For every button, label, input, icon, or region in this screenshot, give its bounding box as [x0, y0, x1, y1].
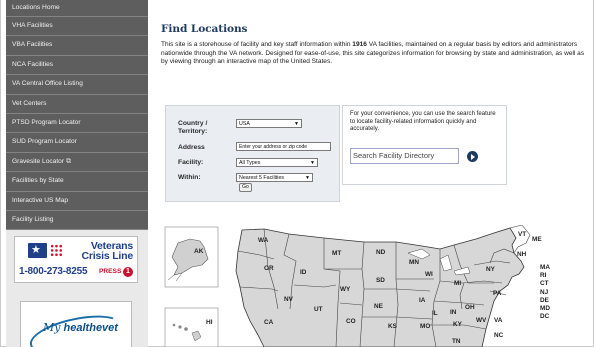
within-label: Within:: [178, 174, 201, 181]
sidebar-item-gravesite-locator[interactable]: Gravesite Locator ⧉: [6, 152, 148, 173]
country-select[interactable]: USA: [236, 119, 302, 128]
state-label-oh: OH: [465, 304, 475, 311]
state-label-mo: MO: [420, 323, 430, 330]
directory-description: For your convenience, you can use the se…: [350, 110, 496, 133]
state-label-sd: SD: [376, 277, 385, 284]
directory-search-box: For your convenience, you can use the se…: [342, 105, 507, 185]
state-label-mi: MI: [454, 280, 461, 287]
state-label-id: ID: [300, 269, 307, 276]
sidebar-item-vba-facilities[interactable]: VBA Facilities: [6, 36, 148, 56]
crisis-phone-number: 1-800-273-8255: [19, 266, 88, 277]
state-label-nh: NH: [517, 251, 527, 258]
state-label-dc: DC: [540, 313, 550, 320]
state-label-ky: KY: [453, 321, 463, 328]
country-label: Country / Territory:: [178, 120, 208, 135]
crisis-line-banner[interactable]: ★ Veterans Crisis Line 1-800-273-8255 PR…: [14, 236, 138, 283]
location-search-form: Country / Territory: USA Address Enter y…: [165, 105, 340, 202]
sidebar-item-ptsd-locator[interactable]: PTSD Program Locator: [6, 113, 148, 134]
sidebar-item-vha-facilities[interactable]: VHA Facilities: [6, 17, 148, 37]
flag-star-icon: ★: [28, 243, 47, 258]
state-label-ak: AK: [194, 248, 204, 255]
facility-select[interactable]: All Types: [236, 158, 318, 167]
sidebar-item-central-office[interactable]: VA Central Office Listing: [6, 75, 148, 95]
facility-count: 1916: [352, 41, 367, 48]
state-label-ks: KS: [388, 323, 398, 330]
state-label-mt: MT: [332, 250, 341, 257]
state-label-wi: WI: [425, 271, 433, 278]
state-label-nv: NV: [284, 296, 294, 303]
state-label-mn: MN: [409, 259, 419, 266]
sidebar-item-facility-listing[interactable]: Facility Listing: [6, 210, 148, 231]
sidebar-item-sud-locator[interactable]: SUD Program Locator: [6, 133, 148, 153]
crisis-press-label: PRESS: [99, 268, 122, 275]
state-label-nc: NC: [494, 332, 504, 339]
dots-logo-icon: [50, 244, 63, 257]
page-title: Find Locations: [161, 23, 248, 35]
state-label-pa: PA: [493, 290, 502, 297]
state-label-ia: IA: [419, 297, 426, 304]
state-label-va: VA: [494, 317, 503, 324]
address-input[interactable]: Enter your address or zip code: [236, 142, 331, 151]
circle-arrow-right-icon[interactable]: [467, 151, 478, 162]
external-link-icon: ⧉: [66, 157, 72, 165]
state-label-ut: UT: [314, 306, 323, 313]
address-label: Address: [178, 144, 205, 151]
sidebar-item-vet-centers[interactable]: Vet Centers: [6, 94, 148, 114]
sidebar: Locations Home VHA Facilities VBA Facili…: [6, 0, 148, 347]
sidebar-item-facilities-by-state[interactable]: Facilities by State: [6, 172, 148, 192]
state-label-ct: CT: [540, 280, 549, 287]
state-label-wy: WY: [340, 286, 351, 293]
intro-paragraph: This site is a storehouse of facility an…: [161, 41, 585, 66]
myhealthevet-banner[interactable]: My healthevet: [20, 301, 132, 347]
state-label-ma: MA: [540, 264, 550, 271]
within-select[interactable]: Nearest 5 Facilities: [236, 173, 313, 182]
state-label-vt: VT: [518, 231, 526, 238]
state-label-wv: WV: [476, 317, 487, 324]
state-label-wa: WA: [258, 237, 269, 244]
sidebar-item-locations-home[interactable]: Locations Home: [6, 0, 148, 17]
state-label-or: OR: [264, 265, 274, 272]
hawaii-inset: [164, 307, 219, 347]
main-content: Find Locations This site is a storehouse…: [161, 0, 593, 347]
state-label-hi: HI: [206, 319, 213, 326]
page-frame: Locations Home VHA Facilities VBA Facili…: [0, 0, 594, 347]
state-label-md: MD: [540, 305, 550, 312]
sidebar-nav: Locations Home VHA Facilities VBA Facili…: [6, 0, 148, 231]
us-map[interactable]: AK HI WA MT ND MN VT ME OR ID SD WI NY N…: [164, 225, 589, 347]
state-label-de: DE: [540, 297, 550, 304]
sidebar-item-interactive-map[interactable]: Interactive US Map: [6, 191, 148, 211]
crisis-press-number: 1: [123, 267, 133, 277]
state-label-tn: TN: [452, 338, 461, 345]
state-label-nj: NJ: [540, 289, 549, 296]
state-label-ny: NY: [486, 266, 496, 273]
state-label-in: IN: [450, 309, 457, 316]
sidebar-item-nca-facilities[interactable]: NCA Facilities: [6, 55, 148, 76]
state-label-me: ME: [532, 236, 542, 243]
state-label-ca: CA: [264, 319, 274, 326]
directory-search-input[interactable]: Search Facility Directory: [350, 148, 459, 164]
continental-us-shape[interactable]: [235, 227, 525, 347]
state-label-ne: NE: [374, 303, 384, 310]
go-button[interactable]: Go: [239, 183, 252, 192]
state-label-nd: ND: [376, 249, 386, 256]
state-label-co: CO: [346, 318, 356, 325]
state-label-ri: RI: [540, 272, 547, 279]
state-label-il: IL: [432, 310, 438, 317]
crisis-line-subtitle: Crisis Line: [81, 250, 134, 262]
myhealthevet-logo: My healthevet: [43, 321, 118, 334]
facility-label: Facility:: [178, 159, 204, 166]
